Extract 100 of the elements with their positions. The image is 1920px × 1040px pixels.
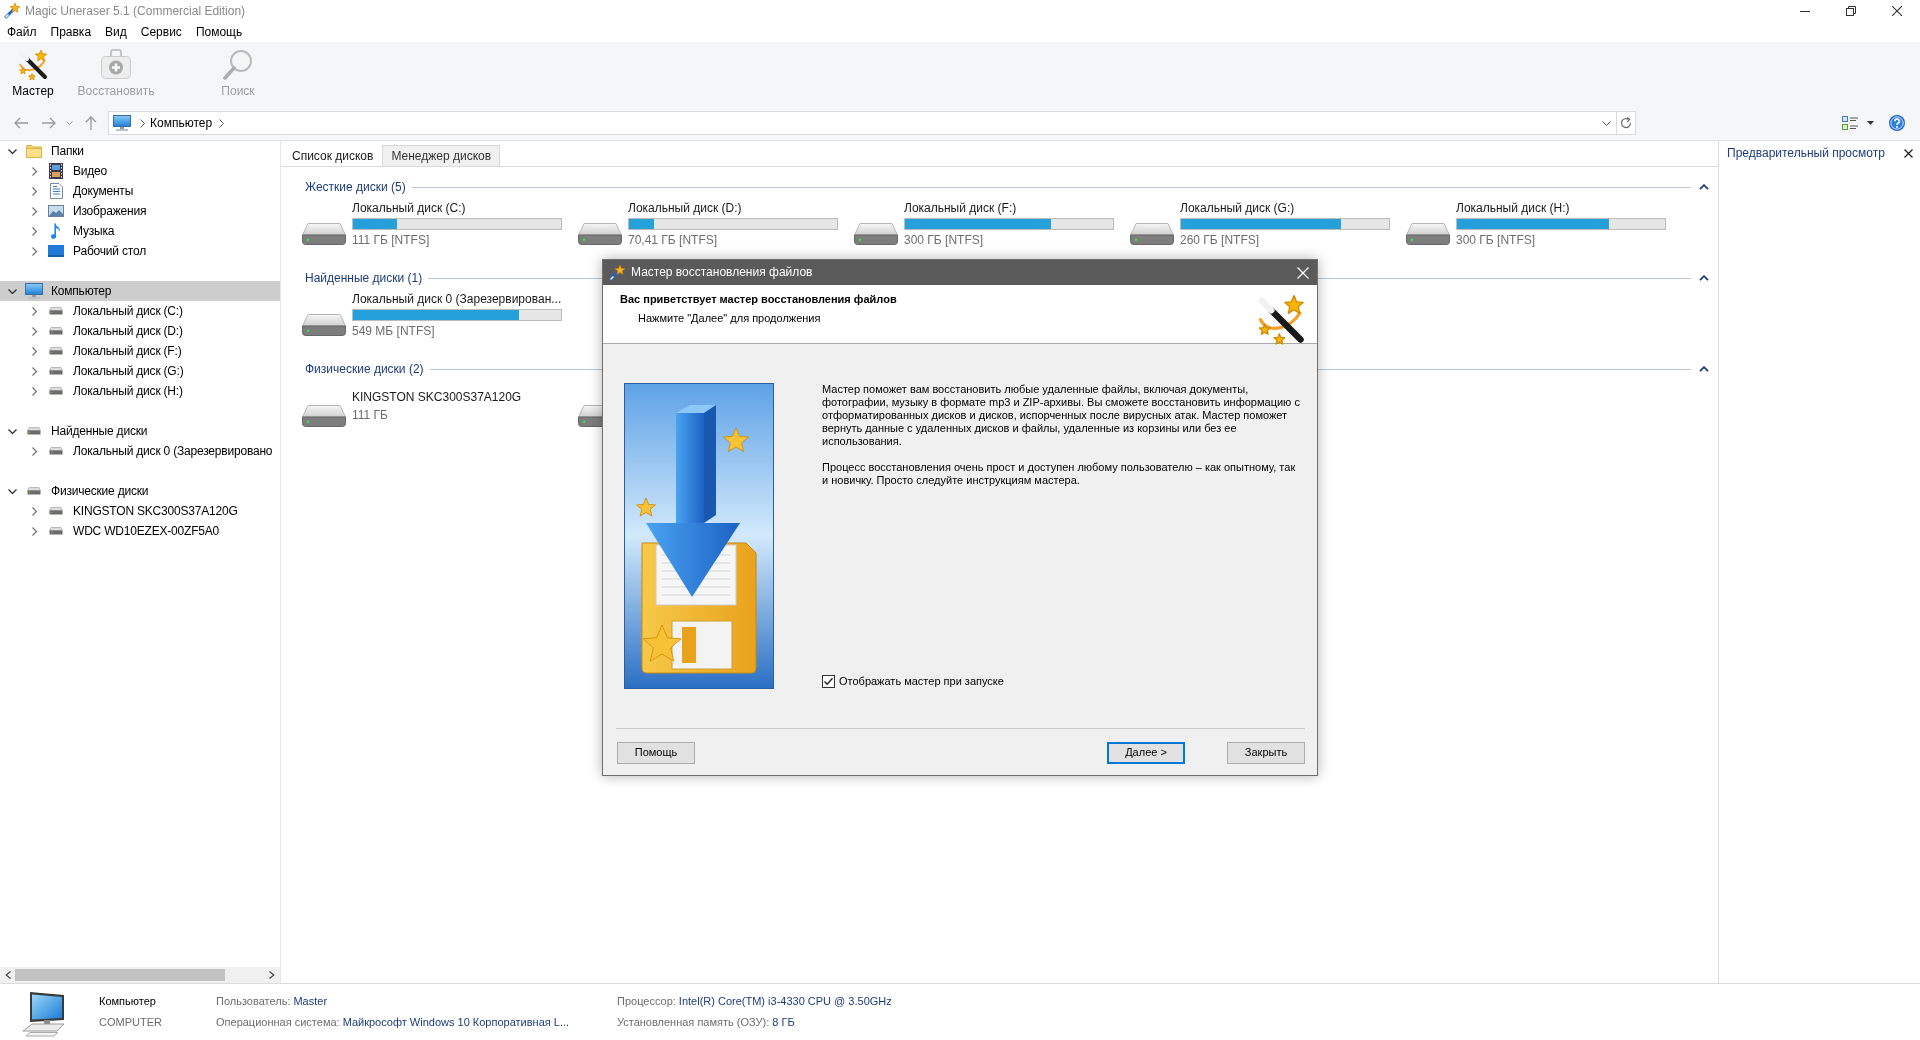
info-value: 8 ГБ [772,1016,795,1028]
dialog-button[interactable]: Далее > [1107,742,1185,764]
menu-item[interactable]: Сервис [133,22,189,42]
tree-item[interactable]: Локальный диск 0 (Зарезервировано [0,441,280,461]
disk-size: 111 ГБ [352,407,388,423]
chevron-down-icon[interactable] [7,428,17,434]
help-icon[interactable] [1889,115,1905,131]
restore-icon[interactable] [1846,6,1856,16]
tree-item[interactable]: Локальный диск (H:) [0,381,280,401]
disk-name[interactable]: Локальный диск 0 (Зарезервирован... [352,291,562,307]
menu-item[interactable]: Вид [98,22,134,42]
breadcrumb-item[interactable]: Компьютер [150,115,213,131]
drive-icon[interactable] [1130,223,1174,245]
caret-down-icon[interactable] [1867,121,1874,125]
drive-icon[interactable] [1406,223,1450,245]
drive-icon[interactable] [854,223,898,245]
tree-item[interactable]: Рабочий стол [0,241,280,261]
chevron-right-icon[interactable] [140,118,145,128]
horizontal-scrollbar[interactable] [0,967,280,983]
dropdown-chevron-icon[interactable] [1602,120,1611,126]
magic-wand-icon [1255,294,1307,346]
menu-item[interactable]: Помощь [188,22,250,42]
tree-item[interactable]: Физические диски [0,481,280,501]
menu-item[interactable]: Файл [0,22,44,42]
drive-icon [49,507,63,515]
checkbox-label[interactable]: Отображать мастер при запуске [839,674,1004,688]
scroll-right-icon[interactable] [269,971,275,979]
drive-icon [49,327,63,335]
tab[interactable]: Менеджер дисков [382,145,501,166]
chevron-right-icon[interactable] [31,226,37,236]
computer-name: Компьютер [99,994,157,1009]
tree-item[interactable]: Музыка [0,221,280,241]
tree-item[interactable]: Локальный диск (F:) [0,341,280,361]
chevron-right-icon[interactable] [31,346,37,356]
back-arrow-icon[interactable] [14,117,28,129]
drive-icon [49,307,63,315]
dialog-button[interactable]: Закрыть [1227,742,1305,764]
drive-icon[interactable] [302,223,346,245]
drive-icon [49,367,63,375]
view-options-icon[interactable] [1842,116,1858,130]
disk-name[interactable]: Локальный диск (G:) [1180,200,1295,216]
tree-item[interactable]: Локальный диск (C:) [0,301,280,321]
scroll-left-icon[interactable] [5,971,11,979]
tree-item[interactable]: Папки [0,141,280,161]
dialog-title: Мастер восстановления файлов [631,265,813,280]
tree-item[interactable]: Локальный диск (G:) [0,361,280,381]
dialog-button[interactable]: Помощь [617,742,695,764]
up-arrow-icon[interactable] [85,116,97,130]
disk-name[interactable]: Локальный диск (H:) [1456,200,1570,216]
document-icon [49,183,63,199]
drive-icon [27,487,41,495]
chevron-right-icon[interactable] [31,526,37,536]
tree-item[interactable]: Компьютер [0,281,280,301]
chevron-right-icon[interactable] [31,186,37,196]
monitor-icon [25,283,43,299]
chevron-right-icon[interactable] [219,118,225,128]
chevron-up-icon[interactable] [1699,366,1709,372]
address-field[interactable]: Компьютер [108,111,1617,135]
refresh-button[interactable] [1617,111,1636,135]
chevron-right-icon[interactable] [31,306,37,316]
wizard-button[interactable]: Мастер [4,42,62,98]
disk-size: 300 ГБ [NTFS] [1456,232,1536,248]
chevron-down-icon[interactable] [7,288,17,294]
drive-icon[interactable] [302,405,346,427]
tree-item[interactable]: Документы [0,181,280,201]
disk-name[interactable]: Локальный диск (C:) [352,200,466,216]
tree-item[interactable]: Локальный диск (D:) [0,321,280,341]
scrollbar-thumb[interactable] [15,969,225,981]
tree-item[interactable]: Найденные диски [0,421,280,441]
chevron-down-icon[interactable] [7,148,17,154]
tree-item[interactable]: Изображения [0,201,280,221]
drive-icon[interactable] [578,223,622,245]
tree-item[interactable]: WDC WD10EZEX-00ZF5A0 [0,521,280,541]
chevron-up-icon[interactable] [1699,275,1709,281]
dialog-paragraph: Мастер поможет вам восстановить любые удаленные файлы, включая документы, фотографии, музыку в формате mp3 и ZIP-архивы. Вы сможете восстановить информацию с отформатированных дисков и дисков, испорченных после вирусных атак. Мастер поможет вернуть данные с удаленных дисков и файлы, удаленные из корзины или без ее использования. [822,383,1301,448]
chevron-right-icon[interactable] [31,386,37,396]
folder-icon [26,144,42,158]
close-icon[interactable] [1904,149,1913,158]
tree-item[interactable]: KINGSTON SKC300S37A120G [0,501,280,521]
disk-name[interactable]: Локальный диск (F:) [904,200,1017,216]
chevron-right-icon[interactable] [31,366,37,376]
chevron-right-icon[interactable] [31,166,37,176]
chevron-right-icon[interactable] [31,446,37,456]
forward-arrow-icon[interactable] [42,117,56,129]
checkbox[interactable] [822,674,835,688]
drive-icon[interactable] [302,314,346,336]
chevron-right-icon[interactable] [31,506,37,516]
close-icon[interactable] [1892,6,1902,16]
chevron-right-icon[interactable] [31,246,37,256]
tree-item[interactable]: Видео [0,161,280,181]
disk-name[interactable]: KINGSTON SKC300S37A120G [352,389,522,405]
disk-name[interactable]: Локальный диск (D:) [628,200,742,216]
disk-size: 111 ГБ [NTFS] [352,232,430,248]
chevron-right-icon[interactable] [31,326,37,336]
chevron-down-icon[interactable] [7,488,17,494]
menu-item[interactable]: Правка [43,22,99,42]
chevron-right-icon[interactable] [31,206,37,216]
minimize-icon[interactable] [1800,10,1810,12]
chevron-up-icon[interactable] [1699,184,1709,190]
refresh-icon [1620,117,1632,129]
